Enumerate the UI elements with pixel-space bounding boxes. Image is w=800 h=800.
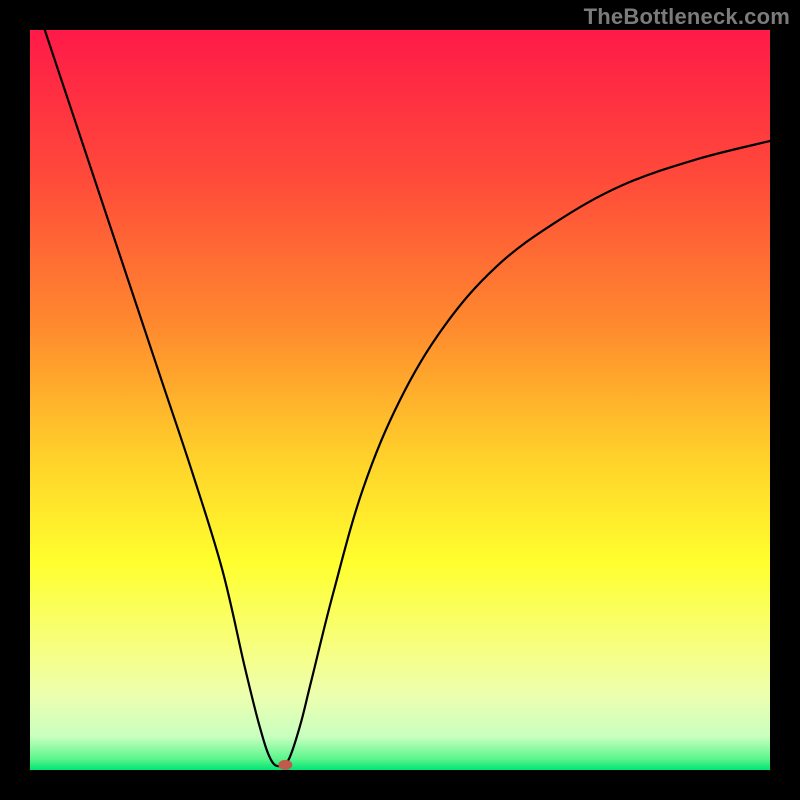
chart-frame: TheBottleneck.com — [0, 0, 800, 800]
plot-area — [30, 30, 770, 770]
watermark-text: TheBottleneck.com — [584, 4, 790, 30]
curve-layer — [30, 30, 770, 770]
minimum-marker — [278, 760, 292, 770]
bottleneck-curve — [45, 30, 770, 766]
